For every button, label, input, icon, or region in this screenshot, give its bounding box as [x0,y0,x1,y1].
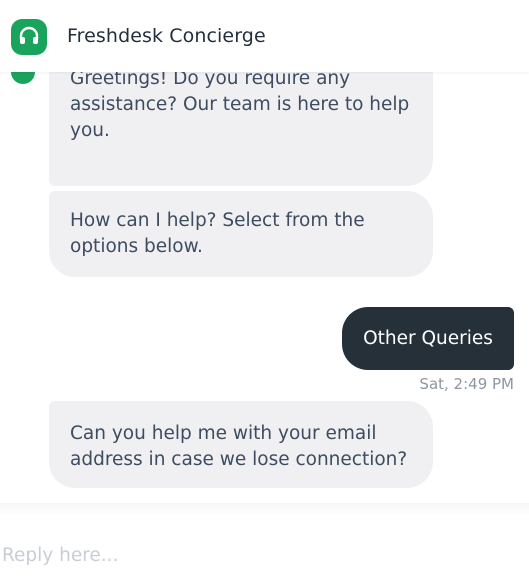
bot-message-bubble: Greetings! Do you require any assistance… [49,62,433,186]
chat-message-list[interactable]: Greetings! Do you require any assistance… [0,0,529,503]
chat-header: Freshdesk Concierge [0,0,529,72]
reply-input[interactable] [0,535,500,575]
message-timestamp: Sat, 2:49 PM [419,375,514,393]
headset-icon [11,19,47,55]
message-text: Greetings! Do you require any assistance… [70,68,410,141]
message-text: How can I help? Select from the options … [70,210,365,257]
user-message-bubble: Other Queries [342,307,514,370]
message-text: Can you help me with your email address … [70,423,408,470]
bot-message-bubble: How can I help? Select from the options … [49,191,433,277]
chat-title: Freshdesk Concierge [67,25,266,47]
bot-message-bubble: Can you help me with your email address … [49,401,433,488]
message-text: Other Queries [363,327,493,349]
composer-divider [0,503,529,517]
